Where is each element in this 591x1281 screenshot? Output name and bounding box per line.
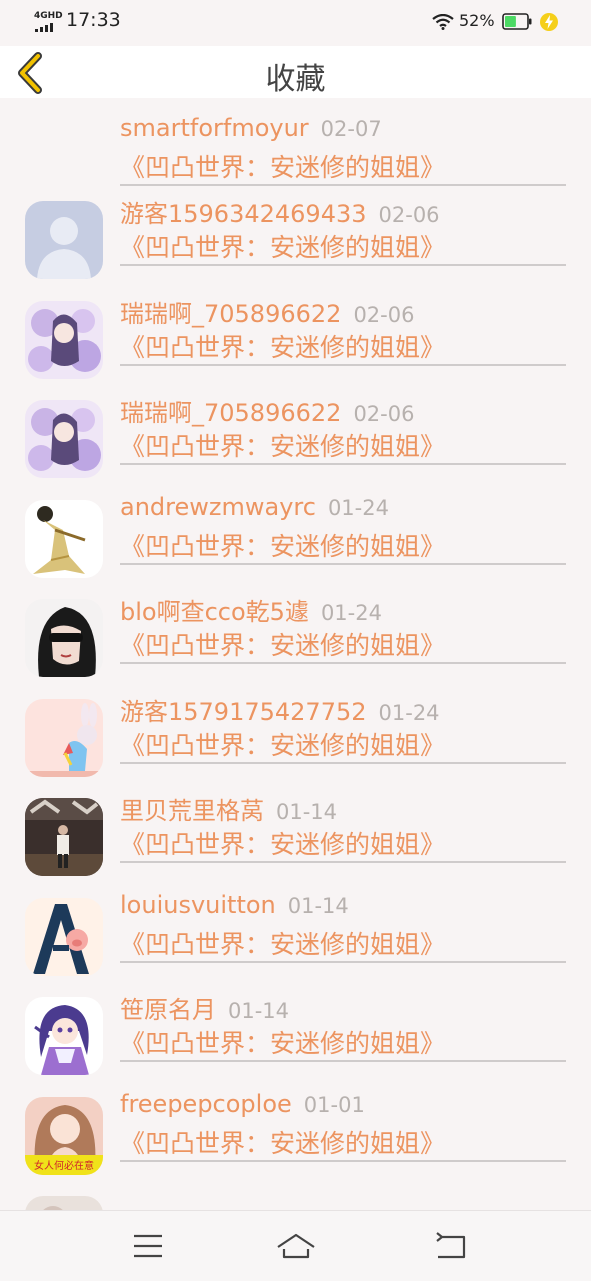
date: 01-01 [303, 1093, 365, 1117]
list-item[interactable]: 瑞瑞啊_705896622 02-06 《凹凸世界：安迷修的姐姐》 [0, 377, 591, 478]
divider [120, 762, 566, 764]
book-title[interactable]: 《凹凸世界：安迷修的姐姐》 [120, 925, 445, 961]
user-line: 笹原名月 01-14 [120, 990, 289, 1025]
favorites-list[interactable]: smartforfmoyur 02-07 《凹凸世界：安迷修的姐姐》 游客1596… [0, 98, 591, 1210]
date: 01-24 [327, 496, 389, 520]
username[interactable]: 里贝荒里格莴 [120, 797, 264, 825]
user-line: blo啊查cco乾5遽 01-24 [120, 592, 382, 627]
user-line: 游客1579175427752 01-24 [120, 692, 440, 727]
list-item[interactable]: 瑞瑞啊_705896622 02-06 《凹凸世界：安迷修的姐姐》 [0, 278, 591, 379]
username[interactable]: 瑞瑞啊_705896622 [120, 300, 341, 328]
user-line: freepepcoploe 01-01 [120, 1090, 365, 1118]
charging-bolt-icon [540, 13, 558, 31]
book-title[interactable]: 《凹凸世界：安迷修的姐姐》 [120, 228, 445, 264]
divider [120, 563, 566, 565]
divider [120, 264, 566, 266]
pony-rabbit-avatar[interactable] [25, 699, 103, 777]
partial-avatar[interactable] [25, 1196, 103, 1210]
username[interactable]: smartforfmoyur [120, 114, 309, 142]
book-title[interactable]: 《凹凸世界：安迷修的姐姐》 [120, 1024, 445, 1060]
date: 02-06 [378, 203, 440, 227]
username[interactable]: andrewzmwayrc [120, 493, 316, 521]
battery-icon [502, 13, 532, 30]
divider [120, 463, 566, 465]
list-item[interactable]: 里贝荒里格莴 01-14 《凹凸世界：安迷修的姐姐》 [0, 775, 591, 876]
date: 01-24 [320, 601, 382, 625]
wifi-icon [432, 14, 454, 30]
user-line: 游客1596342469433 02-06 [120, 194, 440, 229]
woman-photo-avatar[interactable]: 女人何必在意 [25, 1097, 103, 1175]
book-title[interactable]: 《凹凸世界：安迷修的姐姐》 [120, 427, 445, 463]
list-item[interactable]: louiusvuitton 01-14 《凹凸世界：安迷修的姐姐》 [0, 875, 591, 976]
user-line: andrewzmwayrc 01-24 [120, 493, 389, 521]
gardevoir-avatar[interactable] [25, 500, 103, 578]
menu-icon[interactable] [126, 1229, 170, 1263]
woman-sunglasses-avatar[interactable] [25, 599, 103, 677]
status-bar: 4GHD 17:33 52% [0, 0, 591, 46]
list-item[interactable]: blo啊查cco乾5遽 01-24 《凹凸世界：安迷修的姐姐》 [0, 576, 591, 677]
date: 01-24 [378, 701, 440, 725]
divider [120, 1060, 566, 1062]
username[interactable]: 笹原名月 [120, 996, 216, 1024]
book-title[interactable]: 《凹凸世界：安迷修的姐姐》 [120, 328, 445, 364]
list-item[interactable]: andrewzmwayrc 01-24 《凹凸世界：安迷修的姐姐》 [0, 477, 591, 578]
user-line: 里贝荒里格莴 01-14 [120, 791, 337, 826]
user-line: 瑞瑞啊_705896622 02-06 [120, 294, 414, 329]
list-item-partial[interactable] [0, 1173, 591, 1210]
letter-a-pig-avatar[interactable] [25, 898, 103, 976]
divider [120, 662, 566, 664]
divider [120, 1160, 566, 1162]
network-type: 4GHD [34, 11, 63, 21]
date: 01-14 [228, 999, 290, 1023]
date: 02-06 [353, 303, 415, 327]
man-street-avatar[interactable] [25, 798, 103, 876]
anime-girl-purple-avatar[interactable] [25, 301, 103, 379]
book-title[interactable]: 《凹凸世界：安迷修的姐姐》 [120, 527, 445, 563]
date: 01-14 [287, 894, 349, 918]
default-person-avatar[interactable] [25, 201, 103, 279]
book-title[interactable]: 《凹凸世界：安迷修的姐姐》 [120, 726, 445, 762]
book-title[interactable]: 《凹凸世界：安迷修的姐姐》 [120, 1124, 445, 1160]
user-line: 瑞瑞啊_705896622 02-06 [120, 393, 414, 428]
username[interactable]: freepepcoploe [120, 1090, 292, 1118]
username[interactable]: louiusvuitton [120, 891, 276, 919]
anime-girl-purple-avatar[interactable] [25, 400, 103, 478]
back-icon[interactable] [428, 1229, 472, 1263]
date: 02-07 [320, 117, 382, 141]
username[interactable]: blo啊查cco乾5遽 [120, 598, 309, 626]
signal-icon: 4GHD [34, 11, 63, 32]
bottom-navigation [0, 1210, 591, 1281]
list-item[interactable]: 游客1579175427752 01-24 《凹凸世界：安迷修的姐姐》 [0, 676, 591, 777]
date: 02-06 [353, 402, 415, 426]
home-icon[interactable] [274, 1229, 318, 1263]
list-item[interactable]: 笹原名月 01-14 《凹凸世界：安迷修的姐姐》 [0, 974, 591, 1075]
list-item[interactable]: 游客1596342469433 02-06 《凹凸世界：安迷修的姐姐》 [0, 178, 591, 279]
divider [120, 961, 566, 963]
page-title: 收藏 [265, 62, 326, 97]
battery-percent: 52% [459, 11, 495, 30]
user-line: louiusvuitton 01-14 [120, 891, 349, 919]
username[interactable]: 游客1579175427752 [120, 698, 367, 726]
anime-girl-violet-avatar[interactable] [25, 997, 103, 1075]
divider [120, 364, 566, 366]
book-title[interactable]: 《凹凸世界：安迷修的姐姐》 [120, 626, 445, 662]
header-bar: 收藏 [0, 46, 591, 98]
avatar-caption: 女人何必在意 [34, 1159, 94, 1172]
username[interactable]: 游客1596342469433 [120, 200, 367, 228]
list-item[interactable]: 女人何必在意 freepepcoploe 01-01 《凹凸世界：安迷修的姐姐》 [0, 1074, 591, 1175]
book-title[interactable]: 《凹凸世界：安迷修的姐姐》 [120, 825, 445, 861]
clock: 17:33 [66, 9, 121, 31]
date: 01-14 [276, 800, 338, 824]
user-line: smartforfmoyur 02-07 [120, 114, 382, 142]
divider [120, 861, 566, 863]
username[interactable]: 瑞瑞啊_705896622 [120, 399, 341, 427]
